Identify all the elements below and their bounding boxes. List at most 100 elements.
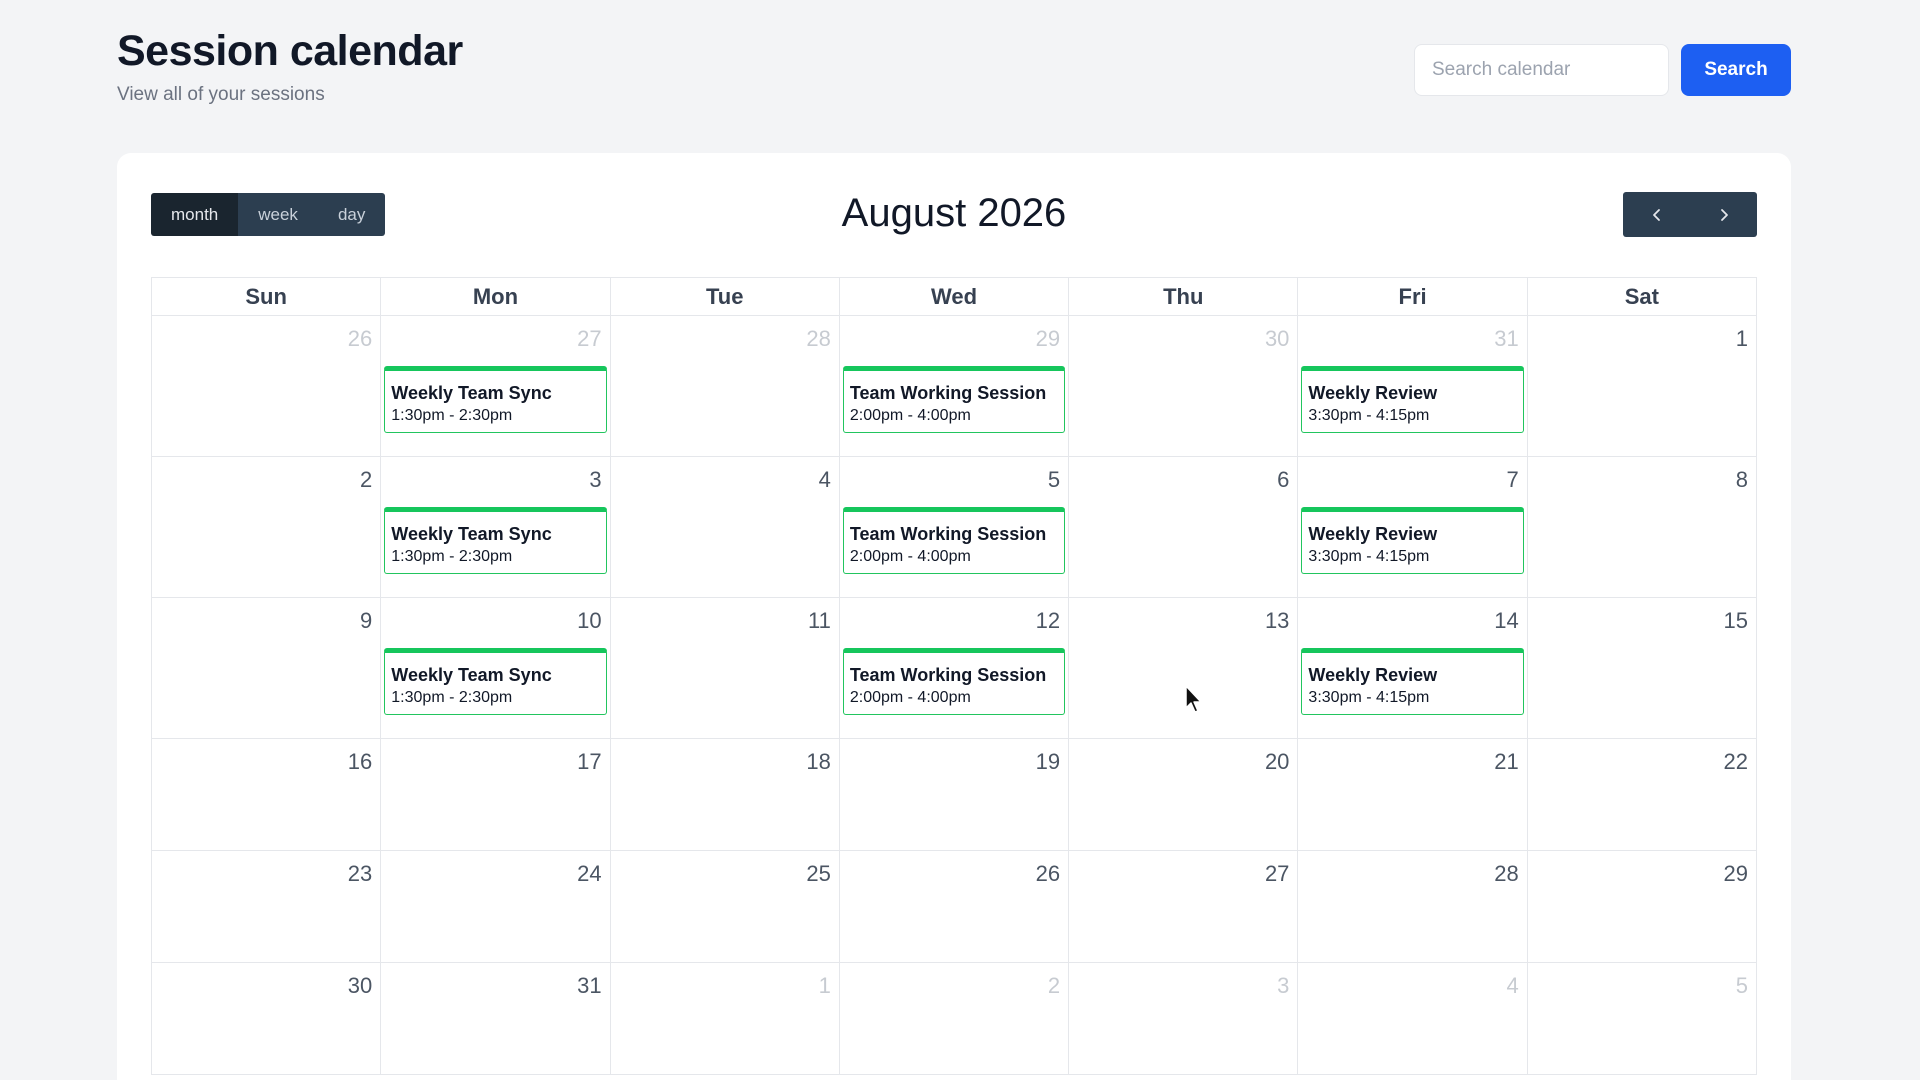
day-cell[interactable]: 6: [1069, 457, 1299, 597]
event-title: Team Working Session: [849, 383, 1047, 403]
week-row: 2 3 Weekly Team Sync 1:30pm - 2:30pm 4 5 Team …: [152, 457, 1757, 598]
event-time: 3:30pm - 4:15pm: [1308, 689, 1430, 706]
day-number: 23: [347, 861, 373, 886]
day-cell[interactable]: 31: [381, 963, 611, 1074]
calendar-event[interactable]: Weekly Review 3:30pm - 4:15pm: [1301, 648, 1524, 715]
day-cell[interactable]: 27: [1069, 851, 1299, 962]
next-month-button[interactable]: [1690, 192, 1757, 237]
day-cell[interactable]: 1: [1528, 316, 1757, 456]
day-number: 29: [1035, 326, 1061, 351]
event-time: 1:30pm - 2:30pm: [391, 548, 513, 565]
day-cell[interactable]: 30: [152, 963, 382, 1074]
day-number: 24: [577, 861, 602, 886]
day-cell[interactable]: 28: [1298, 851, 1528, 962]
day-number: 31: [1494, 326, 1519, 351]
event-title: Weekly Team Sync: [391, 665, 552, 685]
search-button[interactable]: Search: [1681, 44, 1791, 96]
event-title: Weekly Review: [1308, 524, 1438, 544]
day-cell[interactable]: 5: [1528, 963, 1757, 1074]
event-title: Team Working Session: [849, 524, 1047, 544]
week-row: 30 31 1 2 3 4 5: [152, 963, 1757, 1075]
view-day-button[interactable]: day: [317, 193, 386, 236]
page-title: Session calendar: [117, 27, 463, 75]
day-cell[interactable]: 11: [611, 598, 840, 738]
day-cell[interactable]: 21: [1298, 739, 1528, 850]
day-cell[interactable]: 3 Weekly Team Sync 1:30pm - 2:30pm: [381, 457, 611, 597]
view-week-button[interactable]: week: [238, 193, 318, 236]
calendar-event[interactable]: Team Working Session 2:00pm - 4:00pm: [842, 648, 1066, 715]
day-cell[interactable]: 8: [1528, 457, 1757, 597]
weekday-header: Sat: [1528, 278, 1757, 315]
day-cell[interactable]: 14 Weekly Review 3:30pm - 4:15pm: [1298, 598, 1528, 738]
calendar-event[interactable]: Team Working Session 2:00pm - 4:00pm: [842, 366, 1066, 433]
calendar-toolbar: month week day August 2026: [151, 191, 1757, 239]
day-cell[interactable]: 17: [381, 739, 611, 850]
day-number: 2: [1047, 973, 1061, 998]
day-cell[interactable]: 31 Weekly Review 3:30pm - 4:15pm: [1298, 316, 1528, 456]
day-cell[interactable]: 15: [1528, 598, 1757, 738]
event-time: 3:30pm - 4:15pm: [1308, 407, 1430, 424]
weekday-header: Fri: [1298, 278, 1528, 315]
day-cell[interactable]: 2: [840, 963, 1070, 1074]
day-number: 27: [1264, 861, 1290, 886]
day-number: 22: [1723, 749, 1748, 774]
day-cell[interactable]: 5 Team Working Session 2:00pm - 4:00pm: [840, 457, 1070, 597]
day-cell[interactable]: 25: [611, 851, 840, 962]
day-cell[interactable]: 20: [1069, 739, 1299, 850]
view-switcher: month week day: [151, 193, 386, 236]
calendar-event[interactable]: Weekly Review 3:30pm - 4:15pm: [1301, 507, 1524, 574]
chevron-left-icon: [1652, 208, 1660, 221]
day-cell[interactable]: 24: [381, 851, 611, 962]
day-cell[interactable]: 30: [1069, 316, 1299, 456]
day-number: 18: [806, 749, 831, 774]
calendar-event[interactable]: Weekly Team Sync 1:30pm - 2:30pm: [384, 648, 607, 715]
day-cell[interactable]: 9: [152, 598, 382, 738]
week-row: 16 17 18 19 20 21 22: [152, 739, 1757, 851]
day-number: 17: [577, 749, 602, 774]
day-number: 6: [1277, 467, 1290, 492]
day-cell[interactable]: 10 Weekly Team Sync 1:30pm - 2:30pm: [381, 598, 611, 738]
day-number: 3: [1277, 973, 1290, 998]
day-cell[interactable]: 2: [152, 457, 382, 597]
day-cell[interactable]: 1: [611, 963, 840, 1074]
calendar-event[interactable]: Team Working Session 2:00pm - 4:00pm: [842, 507, 1066, 574]
day-cell[interactable]: 23: [152, 851, 382, 962]
day-number: 4: [818, 467, 831, 492]
calendar-event[interactable]: Weekly Team Sync 1:30pm - 2:30pm: [384, 366, 607, 433]
day-cell[interactable]: 18: [611, 739, 840, 850]
calendar-event[interactable]: Weekly Review 3:30pm - 4:15pm: [1301, 366, 1524, 433]
day-cell[interactable]: 7 Weekly Review 3:30pm - 4:15pm: [1298, 457, 1528, 597]
day-cell[interactable]: 26: [152, 316, 382, 456]
day-number: 19: [1035, 749, 1061, 774]
day-number: 1: [1735, 326, 1748, 351]
page: Session calendar View all of your sessio…: [0, 0, 1920, 1080]
view-month-button[interactable]: month: [151, 193, 239, 236]
day-number: 29: [1723, 861, 1748, 886]
event-title: Weekly Team Sync: [391, 383, 552, 403]
day-cell[interactable]: 4: [611, 457, 840, 597]
day-cell[interactable]: 4: [1298, 963, 1528, 1074]
day-number: 15: [1723, 608, 1748, 633]
search-input[interactable]: [1414, 44, 1669, 96]
day-cell[interactable]: 12 Team Working Session 2:00pm - 4:00pm: [840, 598, 1070, 738]
day-number: 28: [806, 326, 831, 351]
day-cell[interactable]: 13: [1069, 598, 1299, 738]
day-cell[interactable]: 26: [840, 851, 1070, 962]
calendar-grid: Sun Mon Tue Wed Thu Fri Sat 26 27 Weekly Team Sy…: [151, 277, 1757, 1075]
day-number: 5: [1047, 467, 1061, 492]
day-cell[interactable]: 27 Weekly Team Sync 1:30pm - 2:30pm: [381, 316, 611, 456]
day-cell[interactable]: 19: [840, 739, 1070, 850]
day-cell[interactable]: 29: [1528, 851, 1757, 962]
day-number: 2: [360, 467, 373, 492]
weekday-header-row: Sun Mon Tue Wed Thu Fri Sat: [152, 277, 1757, 316]
prev-month-button[interactable]: [1623, 192, 1690, 237]
day-cell[interactable]: 16: [152, 739, 382, 850]
calendar-event[interactable]: Weekly Team Sync 1:30pm - 2:30pm: [384, 507, 607, 574]
day-number: 30: [347, 973, 373, 998]
day-cell[interactable]: 28: [611, 316, 840, 456]
event-time: 2:00pm - 4:00pm: [849, 548, 971, 565]
day-cell[interactable]: 3: [1069, 963, 1299, 1074]
day-cell[interactable]: 29 Team Working Session 2:00pm - 4:00pm: [840, 316, 1070, 456]
day-cell[interactable]: 22: [1528, 739, 1757, 850]
event-title: Weekly Team Sync: [391, 524, 552, 544]
